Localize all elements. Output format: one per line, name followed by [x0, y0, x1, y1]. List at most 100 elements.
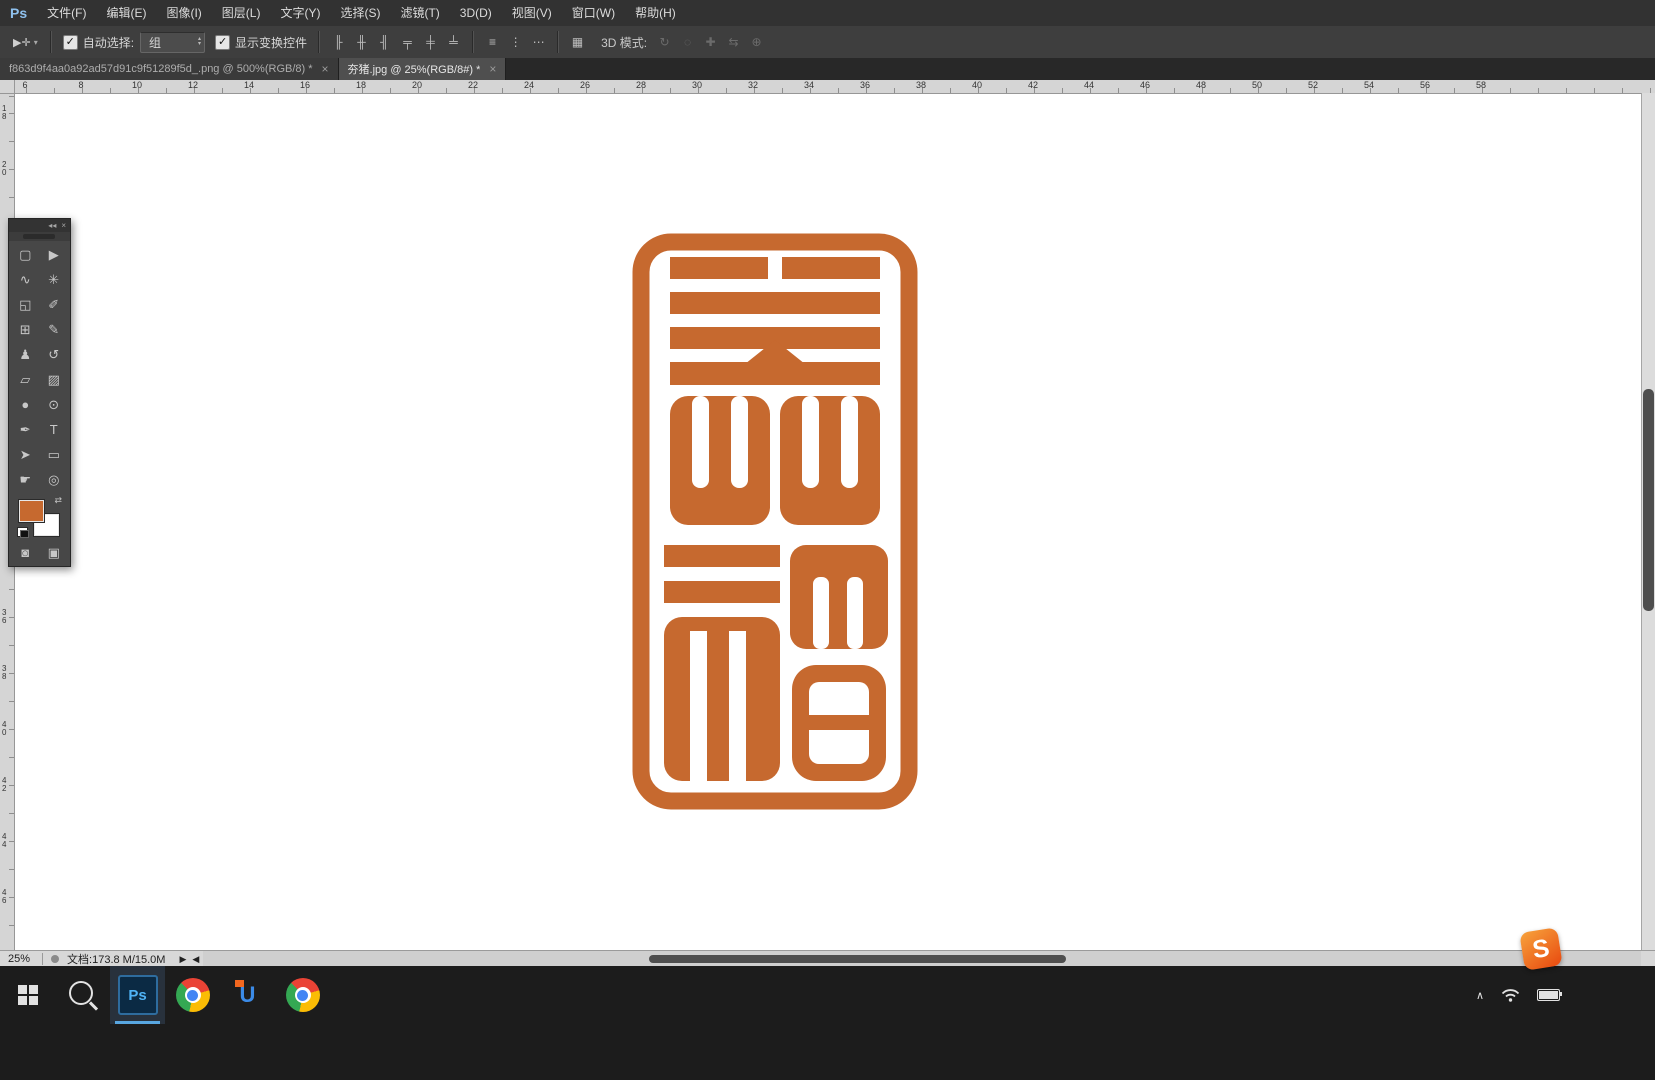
search-button[interactable] [55, 966, 110, 1024]
3d-zoom-icon[interactable]: ⊕ [746, 33, 767, 52]
pen-tool[interactable]: ✒ [11, 417, 40, 442]
clone-stamp-tool[interactable]: ♟ [11, 342, 40, 367]
3d-pan-icon[interactable]: ✚ [700, 33, 721, 52]
seal-artwork [632, 233, 918, 810]
distribute-horizontal-icon[interactable]: ⋮ [505, 33, 526, 52]
sogou-logo[interactable]: S [1519, 927, 1563, 971]
menu-item-5[interactable]: 文字(Y) [270, 0, 330, 26]
options-bar: ▶✛ ▾ ✓ 自动选择: 组 ▴ ▾ ✓ 显示变换控件 ╟ ╫ ╢ ╤ ╪ ╧ ≡ ⋮ ⋯ ▦… [0, 26, 1655, 59]
rectangle-tool[interactable]: ▭ [40, 442, 69, 467]
taskbar-u-app[interactable]: U [220, 966, 275, 1024]
status-menu-arrow-icon[interactable]: ▶ [179, 954, 186, 965]
zoom-tool[interactable]: ◎ [40, 467, 69, 492]
auto-align-layers-icon[interactable]: ▦ [567, 33, 588, 52]
menu-item-1[interactable]: 文件(F) [37, 0, 96, 26]
wifi-icon[interactable] [1501, 988, 1520, 1002]
vertical-scrollbar-thumb[interactable] [1643, 388, 1654, 612]
current-tool-indicator[interactable]: ▶✛ ▾ [8, 36, 43, 49]
taskbar-chrome-2[interactable] [275, 966, 330, 1024]
taskbar-chrome-1[interactable] [165, 966, 220, 1024]
align-horizontal-centers-icon[interactable]: ╫ [351, 33, 372, 52]
show-transform-checkbox[interactable]: ✓ [215, 34, 231, 50]
gradient-tool[interactable]: ▨ [40, 367, 69, 392]
document-tab-2[interactable]: 夯猪.jpg @ 25%(RGB/8#) * × [338, 58, 507, 80]
default-colors-icon[interactable] [17, 527, 29, 538]
vertical-ruler-number: 44 [2, 832, 7, 849]
align-top-edges-icon[interactable]: ╤ [397, 33, 418, 52]
rectangular-marquee-tool[interactable]: ▢ [11, 242, 40, 267]
battery-icon[interactable] [1537, 989, 1562, 1001]
path-selection-tool[interactable]: ➤ [11, 442, 40, 467]
auto-select-checkbox[interactable]: ✓ [62, 34, 78, 50]
align-vertical-centers-icon[interactable]: ╪ [420, 33, 441, 52]
close-panel-icon[interactable]: × [61, 221, 66, 230]
quick-mask-icon[interactable]: ◙ [11, 540, 40, 565]
canvas[interactable] [14, 93, 1642, 950]
mode-3d-label: 3D 模式: [601, 35, 648, 50]
horizontal-scrollbar[interactable] [203, 951, 1641, 967]
taskbar-photoshop[interactable]: Ps [110, 966, 165, 1024]
spinner-icon[interactable]: ▴ ▾ [198, 36, 201, 47]
menu-item-3[interactable]: 图像(I) [156, 0, 211, 26]
horizontal-ruler-number: 48 [1195, 80, 1207, 90]
tray-expand-icon[interactable]: ∧ [1476, 989, 1484, 1002]
menu-item-6[interactable]: 选择(S) [330, 0, 390, 26]
screen-mode-icon[interactable]: ▣ [40, 540, 69, 565]
type-tool[interactable]: T [40, 417, 69, 442]
vertical-ruler-number: 36 [2, 608, 7, 625]
menu-item-2[interactable]: 编辑(E) [96, 0, 156, 26]
horizontal-ruler-number: 42 [1027, 80, 1039, 90]
horizontal-ruler-number: 24 [523, 80, 535, 90]
tool-palette: ◂◂ × ▢ ▶ ∿ ✳ ◱ ✐ ⊞ ✎ ♟ ↺ ▱ ▨ ● ⊙ ✒ T ➤ ▭ ☛ ◎ ⇄ ◙ ▣ [8, 218, 71, 567]
move-tool[interactable]: ▶ [40, 242, 69, 267]
scroll-left-icon[interactable]: ◀ [192, 954, 199, 965]
swap-colors-icon[interactable]: ⇄ [54, 495, 62, 506]
lasso-tool[interactable]: ∿ [11, 267, 40, 292]
spinner-down-icon[interactable]: ▾ [198, 41, 201, 47]
crop-tool[interactable]: ◱ [11, 292, 40, 317]
auto-select-value: 组 [149, 35, 162, 50]
horizontal-ruler-number: 52 [1307, 80, 1319, 90]
collapse-panels-icon[interactable]: ◂◂ [48, 221, 56, 230]
menu-item-9[interactable]: 视图(V) [502, 0, 562, 26]
3d-rotate-icon[interactable]: ↻ [654, 33, 675, 52]
magic-wand-tool[interactable]: ✳ [40, 267, 69, 292]
document-tab-1[interactable]: f863d9f4aa0a92ad57d91c9f51289f5d_.png @ … [0, 58, 339, 80]
align-right-edges-icon[interactable]: ╢ [374, 33, 395, 52]
auto-select-dropdown[interactable]: 组 ▴ ▾ [140, 31, 206, 53]
spot-healing-brush-tool[interactable]: ⊞ [11, 317, 40, 342]
align-bottom-edges-icon[interactable]: ╧ [443, 33, 464, 52]
horizontal-scrollbar-thumb[interactable] [648, 955, 1066, 963]
start-button[interactable] [0, 966, 55, 1024]
foreground-color-swatch[interactable] [18, 499, 45, 523]
history-brush-tool[interactable]: ↺ [40, 342, 69, 367]
menu-item-8[interactable]: 3D(D) [450, 0, 502, 26]
u-app-icon: U [231, 978, 265, 1012]
zoom-level-field[interactable]: 25% [0, 953, 36, 965]
distribute-vertical-icon[interactable]: ≡ [482, 33, 503, 52]
3d-roll-icon[interactable]: ◌ [677, 33, 698, 52]
vertical-scrollbar[interactable] [1641, 93, 1655, 950]
horizontal-ruler-number: 6 [22, 80, 28, 90]
menu-item-11[interactable]: 帮助(H) [625, 0, 686, 26]
ruler-corner [0, 80, 15, 94]
blur-tool[interactable]: ● [11, 392, 40, 417]
brush-tool[interactable]: ✎ [40, 317, 69, 342]
align-left-edges-icon[interactable]: ╟ [328, 33, 349, 52]
horizontal-ruler[interactable]: 6 8 10 12 14 16 18 20 22 24 26 28 30 32 34 36 38 40 42 44 46… [14, 80, 1655, 94]
eraser-tool[interactable]: ▱ [11, 367, 40, 392]
distribute-evenly-icon[interactable]: ⋯ [528, 33, 549, 52]
menu-item-7[interactable]: 滤镜(T) [390, 0, 449, 26]
palette-drag-handle[interactable] [9, 232, 70, 241]
menu-item-4[interactable]: 图层(L) [212, 0, 271, 26]
tab-close-icon[interactable]: × [322, 62, 329, 76]
taskbar-items: Ps U [0, 966, 1655, 1024]
horizontal-ruler-number: 14 [243, 80, 255, 90]
hand-tool[interactable]: ☛ [11, 467, 40, 492]
tab-close-icon[interactable]: × [489, 62, 496, 76]
menu-bar-items: 文件(F) 编辑(E) 图像(I) 图层(L) 文字(Y) 选择(S) 滤镜(T) 3D(D)… [37, 0, 686, 26]
dodge-tool[interactable]: ⊙ [40, 392, 69, 417]
eyedropper-tool[interactable]: ✐ [40, 292, 69, 317]
3d-slide-icon[interactable]: ⇆ [723, 33, 744, 52]
menu-item-10[interactable]: 窗口(W) [562, 0, 625, 26]
